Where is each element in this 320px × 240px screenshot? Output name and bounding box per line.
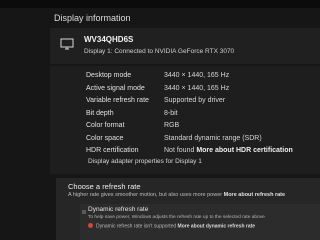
error-dot-icon: [88, 223, 93, 228]
info-value: Standard dynamic range (SDR): [164, 135, 262, 142]
info-row-hdr-certification: HDR certification Not found More about H…: [86, 147, 320, 157]
monitor-icon: [60, 38, 74, 50]
refresh-rate-desc-text: A higher rate gives smoother motion, but…: [68, 192, 223, 198]
info-label: Bit depth: [86, 110, 114, 117]
info-row-bit-depth: Bit depth 8-bit: [86, 110, 320, 120]
hdr-certification-link[interactable]: More about HDR certification: [196, 147, 292, 154]
info-value: 3440 × 1440, 165 Hz: [164, 85, 230, 92]
refresh-rate-title: Choose a refresh rate: [68, 182, 141, 191]
dynamic-refresh-status: Dynamic refresh rate isn't supported Mor…: [88, 223, 255, 230]
info-row-color-format: Color format RGB: [86, 122, 320, 132]
info-label: Variable refresh rate: [86, 97, 149, 104]
display-connection: Display 1: Connected to NVIDIA GeForce R…: [84, 48, 235, 55]
dynamic-refresh-status-text: Dynamic refresh rate isn't supported: [96, 223, 177, 230]
info-row-variable-refresh: Variable refresh rate Supported by drive…: [86, 97, 320, 107]
info-row-active-signal-mode: Active signal mode 3440 × 1440, 165 Hz: [86, 85, 320, 95]
info-label: Desktop mode: [86, 72, 132, 79]
dynamic-refresh-link[interactable]: More about dynamic refresh rate: [178, 224, 256, 230]
info-label: HDR certification: [86, 147, 139, 154]
display-adapter-properties-link[interactable]: Display adapter properties for Display 1: [88, 158, 202, 165]
display-selector-card[interactable]: [50, 28, 320, 64]
info-row-desktop-mode: Desktop mode 3440 × 1440, 165 Hz: [86, 72, 320, 82]
hdr-status: Not found: [164, 147, 195, 154]
display-name: WV34QHD6S: [84, 35, 134, 44]
refresh-rate-link[interactable]: More about refresh rate: [224, 192, 285, 198]
dynamic-refresh-title: Dynamic refresh rate: [88, 206, 149, 213]
info-row-color-space: Color space Standard dynamic range (SDR): [86, 135, 320, 145]
info-label: Active signal mode: [86, 85, 145, 92]
info-value: 8-bit: [164, 110, 178, 117]
info-value: 3440 × 1440, 165 Hz: [164, 72, 230, 79]
dynamic-refresh-description: To help save power, Windows adjusts the …: [88, 215, 265, 220]
info-value: RGB: [164, 122, 180, 129]
dynamic-refresh-checkbox[interactable]: [82, 210, 86, 214]
info-value: Supported by driver: [164, 97, 226, 104]
info-label: Color space: [86, 135, 124, 142]
info-label: Color format: [86, 122, 125, 129]
info-value: Not found More about HDR certification: [164, 147, 293, 154]
refresh-rate-description: A higher rate gives smoother motion, but…: [68, 192, 285, 198]
screen-bezel: [0, 0, 320, 8]
page-title: Display information: [54, 13, 131, 23]
